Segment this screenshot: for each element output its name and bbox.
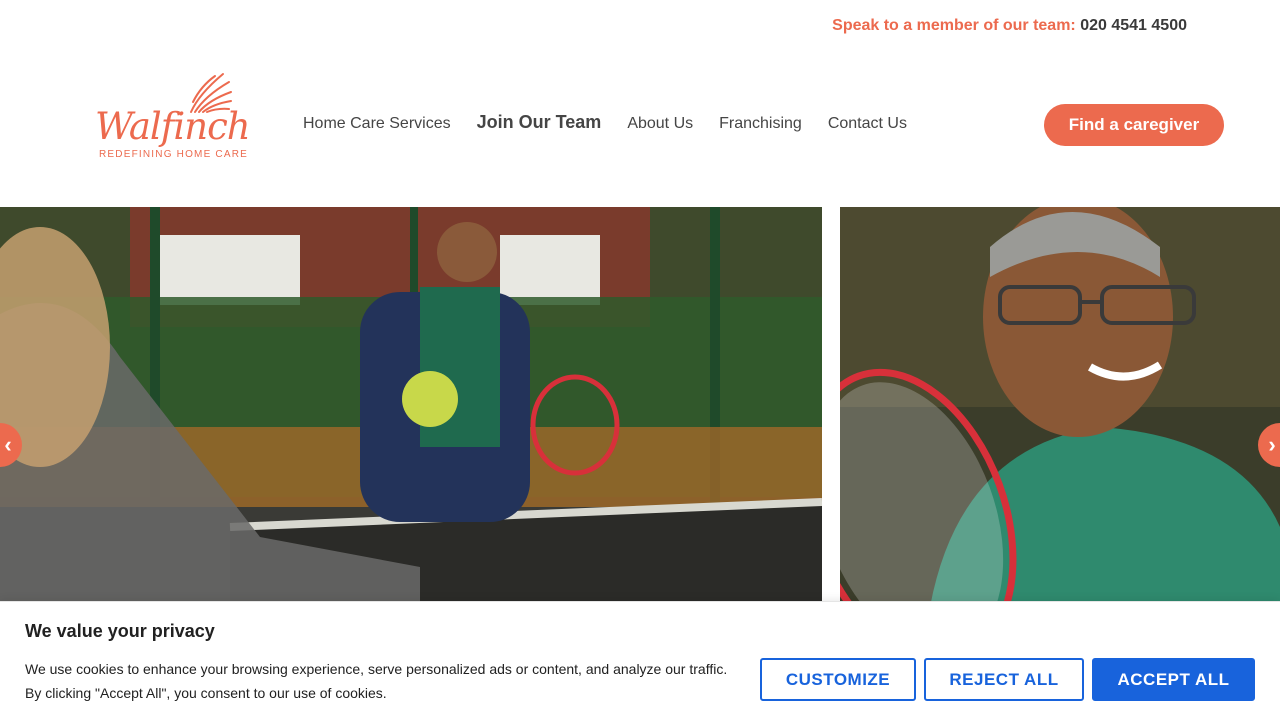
nav-home-care-services[interactable]: Home Care Services xyxy=(303,115,451,133)
nav-join-our-team[interactable]: Join Our Team xyxy=(477,112,602,133)
cookie-text-line-2: By clicking "Accept All", you consent to… xyxy=(25,685,387,701)
cookie-text-line-1: We use cookies to enhance your browsing … xyxy=(25,661,728,677)
logo-tagline: REDEFINING HOME CARE xyxy=(99,149,249,160)
nav-franchising[interactable]: Franchising xyxy=(719,115,802,133)
logo-wordmark: Walfinch xyxy=(95,105,251,148)
accept-all-button[interactable]: ACCEPT ALL xyxy=(1092,658,1255,701)
cookie-text: We use cookies to enhance your browsing … xyxy=(25,657,745,705)
cookie-title: We value your privacy xyxy=(25,621,215,641)
chevron-left-icon: ‹ xyxy=(4,432,12,457)
portrait-image xyxy=(840,207,1280,607)
customize-button[interactable]: CUSTOMIZE xyxy=(760,658,916,701)
phone-number[interactable]: 020 4541 4500 xyxy=(1080,17,1187,34)
chevron-right-icon: › xyxy=(1268,432,1276,457)
main-nav: Home Care Services Join Our Team About U… xyxy=(303,112,933,133)
find-caregiver-button[interactable]: Find a caregiver xyxy=(1044,104,1224,146)
slide-tennis-net xyxy=(0,207,822,607)
reject-all-button[interactable]: REJECT ALL xyxy=(924,658,1084,701)
contact-bar: Speak to a member of our team: 020 4541 … xyxy=(832,17,1187,35)
contact-prompt: Speak to a member of our team: xyxy=(832,17,1076,34)
tennis-court-image xyxy=(0,207,822,607)
cookie-consent-banner: We value your privacy We use cookies to … xyxy=(0,601,1280,720)
nav-about-us[interactable]: About Us xyxy=(627,115,693,133)
walfinch-logo[interactable]: Walfinch REDEFINING HOME CARE xyxy=(95,72,251,164)
nav-contact-us[interactable]: Contact Us xyxy=(828,115,907,133)
slide-tennis-portrait xyxy=(840,207,1280,607)
hero-slider xyxy=(0,207,1280,607)
